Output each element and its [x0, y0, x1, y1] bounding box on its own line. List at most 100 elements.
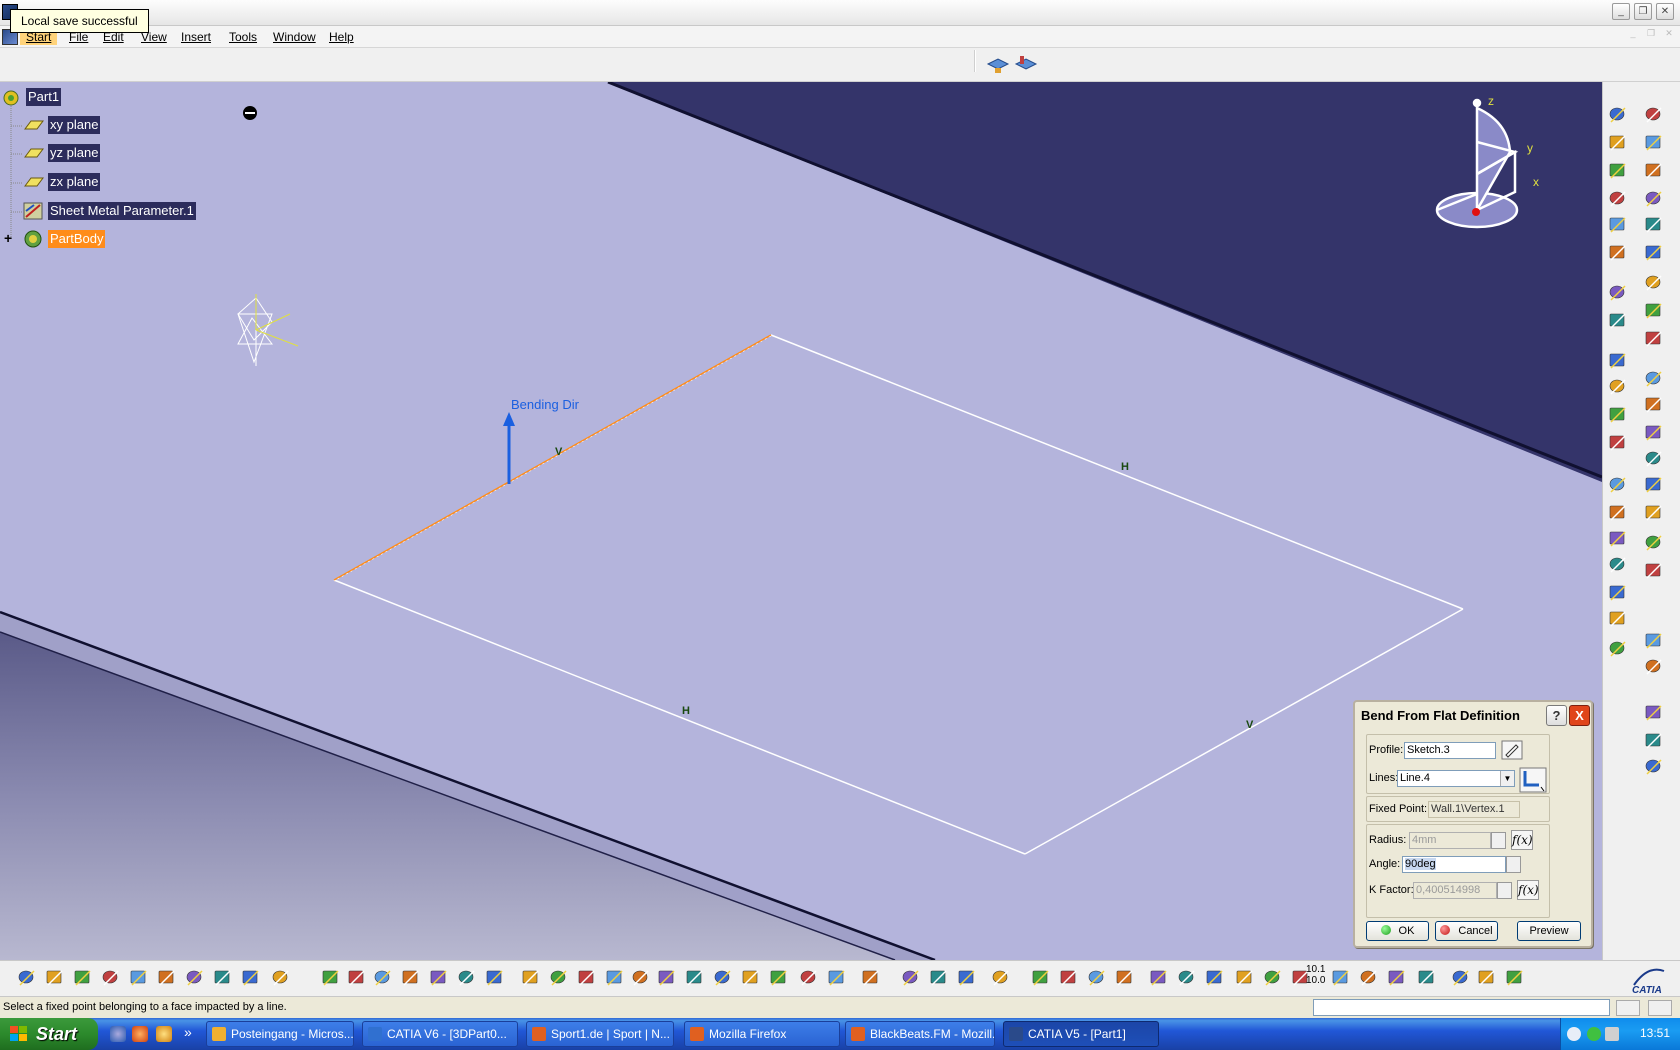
cancel-button[interactable]: Cancel: [1435, 921, 1498, 941]
right-toolbar-tool-icon[interactable]: [1609, 285, 1626, 301]
bottom-toolbar-tool-icon[interactable]: [186, 970, 203, 986]
profile-field[interactable]: Sketch.3: [1404, 742, 1496, 759]
bottom-toolbar-tool-icon[interactable]: [242, 970, 259, 986]
right-toolbar-tool-icon[interactable]: [1609, 163, 1626, 179]
bottom-toolbar-tool-icon[interactable]: [1506, 970, 1523, 986]
right-toolbar-tool-icon[interactable]: [1609, 641, 1626, 657]
quicklaunch-more-icon[interactable]: »: [184, 1024, 192, 1040]
right-toolbar-tool-icon[interactable]: [1645, 245, 1662, 261]
right-toolbar-tool-icon[interactable]: [1609, 217, 1626, 233]
bending-dir-label[interactable]: Bending Dir: [511, 397, 580, 412]
kfactor-spinner[interactable]: [1497, 882, 1512, 899]
bottom-toolbar-tool-icon[interactable]: [322, 970, 339, 986]
bottom-toolbar-tool-icon[interactable]: [102, 970, 119, 986]
power-input-field[interactable]: [1313, 999, 1610, 1016]
kfactor-field[interactable]: 0,400514998: [1413, 882, 1497, 899]
radius-field[interactable]: 4mm: [1409, 832, 1491, 849]
tray-expand-icon[interactable]: [1567, 1027, 1581, 1041]
right-toolbar-tool-icon[interactable]: [1609, 477, 1626, 493]
quicklaunch-browser-icon[interactable]: [110, 1026, 126, 1042]
kfactor-formula-icon[interactable]: f(x): [1517, 880, 1539, 900]
lines-dropdown-icon[interactable]: ▼: [1500, 771, 1514, 786]
right-toolbar-tool-icon[interactable]: [1645, 217, 1662, 233]
quicklaunch-outlook-icon[interactable]: [156, 1026, 172, 1042]
line-selection-icon[interactable]: [1519, 767, 1547, 793]
doc-minimize-button[interactable]: _: [1626, 28, 1640, 40]
bending-dir-arrow-head[interactable]: [503, 412, 515, 426]
bottom-toolbar-tool-icon[interactable]: [1032, 970, 1049, 986]
dialog-close-button[interactable]: X: [1569, 705, 1590, 726]
bottom-toolbar-tool-icon[interactable]: [862, 970, 879, 986]
right-toolbar-icons[interactable]: [1603, 82, 1680, 960]
bottom-toolbar-tool-icon[interactable]: [1088, 970, 1105, 986]
bottom-toolbar-tool-icon[interactable]: [1418, 970, 1435, 986]
sheet-metal-walls-icon[interactable]: [1014, 54, 1038, 76]
menu-insert[interactable]: Insert: [181, 29, 211, 45]
right-toolbar-tool-icon[interactable]: [1609, 407, 1626, 423]
right-toolbar-tool-icon[interactable]: [1645, 759, 1662, 775]
restore-button[interactable]: ❐: [1634, 3, 1652, 20]
lines-field[interactable]: Line.4: [1397, 770, 1515, 787]
bottom-toolbar-tool-icon[interactable]: [992, 970, 1009, 986]
right-toolbar-tool-icon[interactable]: [1645, 303, 1662, 319]
bottom-toolbar-tool-icon[interactable]: [1388, 970, 1405, 986]
right-toolbar-tool-icon[interactable]: [1609, 531, 1626, 547]
start-button[interactable]: Start: [0, 1018, 98, 1050]
bottom-toolbar-tool-icon[interactable]: [632, 970, 649, 986]
bottom-toolbar-tool-icon[interactable]: [130, 970, 147, 986]
bottom-toolbar-tool-icon[interactable]: [1178, 970, 1195, 986]
bottom-toolbar-tool-icon[interactable]: [686, 970, 703, 986]
task-posteingang[interactable]: Posteingang - Micros...: [206, 1021, 354, 1047]
right-toolbar-tool-icon[interactable]: [1645, 451, 1662, 467]
bottom-toolbar-tool-icon[interactable]: [214, 970, 231, 986]
task-catia-v6[interactable]: CATIA V6 - [3DPart0...: [362, 1021, 518, 1047]
bottom-toolbar-tool-icon[interactable]: [1206, 970, 1223, 986]
right-toolbar-tool-icon[interactable]: [1645, 633, 1662, 649]
bottom-toolbar-tool-icon[interactable]: [46, 970, 63, 986]
right-toolbar-tool-icon[interactable]: [1645, 107, 1662, 123]
task-catia-v5[interactable]: CATIA V5 - [Part1]: [1003, 1021, 1159, 1047]
bottom-toolbar-tool-icon[interactable]: [770, 970, 787, 986]
bottom-toolbar-tool-icon[interactable]: [1150, 970, 1167, 986]
angle-field[interactable]: 90deg: [1402, 856, 1506, 873]
right-toolbar-tool-icon[interactable]: [1645, 275, 1662, 291]
right-toolbar-tool-icon[interactable]: [1609, 557, 1626, 573]
right-toolbar-tool-icon[interactable]: [1645, 733, 1662, 749]
tree-expand-icon[interactable]: +: [4, 231, 12, 245]
doc-close-button[interactable]: ✕: [1662, 28, 1676, 40]
right-toolbar-tool-icon[interactable]: [1645, 331, 1662, 347]
bottom-toolbar-tool-icon[interactable]: [1060, 970, 1077, 986]
menu-tools[interactable]: Tools: [229, 29, 257, 45]
bottom-toolbar-tool-icon[interactable]: [1478, 970, 1495, 986]
bottom-toolbar-tool-icon[interactable]: [1264, 970, 1281, 986]
minimize-button[interactable]: _: [1612, 3, 1630, 20]
tree-label-yz-plane[interactable]: yz plane: [48, 144, 101, 162]
right-toolbar-tool-icon[interactable]: [1645, 191, 1662, 207]
bottom-toolbar-icons[interactable]: [0, 961, 1600, 997]
sheet-metal-standard-icon[interactable]: [986, 54, 1010, 76]
bottom-toolbar-tool-icon[interactable]: [1236, 970, 1253, 986]
bottom-toolbar-tool-icon[interactable]: [578, 970, 595, 986]
radius-spinner[interactable]: [1491, 832, 1506, 849]
bottom-toolbar-tool-icon[interactable]: [902, 970, 919, 986]
right-toolbar-tool-icon[interactable]: [1609, 191, 1626, 207]
bottom-toolbar-tool-icon[interactable]: [430, 970, 447, 986]
right-toolbar-tool-icon[interactable]: [1609, 245, 1626, 261]
bottom-toolbar-tool-icon[interactable]: [18, 970, 35, 986]
bottom-toolbar-tool-icon[interactable]: [958, 970, 975, 986]
bottom-toolbar-tool-icon[interactable]: [348, 970, 365, 986]
ok-button[interactable]: OK: [1366, 921, 1429, 941]
radius-formula-icon[interactable]: f(x): [1511, 830, 1533, 850]
right-toolbar-tool-icon[interactable]: [1645, 425, 1662, 441]
menu-window[interactable]: Window: [273, 29, 316, 45]
close-button[interactable]: ✕: [1656, 3, 1674, 20]
power-input-button-1[interactable]: [1616, 1000, 1640, 1016]
menu-help[interactable]: Help: [329, 29, 354, 45]
bottom-toolbar-tool-icon[interactable]: [1332, 970, 1349, 986]
bottom-toolbar-tool-icon[interactable]: [1116, 970, 1133, 986]
bottom-toolbar-tool-icon[interactable]: [658, 970, 675, 986]
bottom-toolbar-tool-icon[interactable]: [158, 970, 175, 986]
tree-label-part1[interactable]: Part1: [26, 88, 62, 106]
3d-viewport[interactable]: V H H V Bending Dir z y x Part1 xy plane…: [0, 82, 1602, 960]
fixed-point-field[interactable]: Wall.1\Vertex.1: [1428, 801, 1520, 818]
